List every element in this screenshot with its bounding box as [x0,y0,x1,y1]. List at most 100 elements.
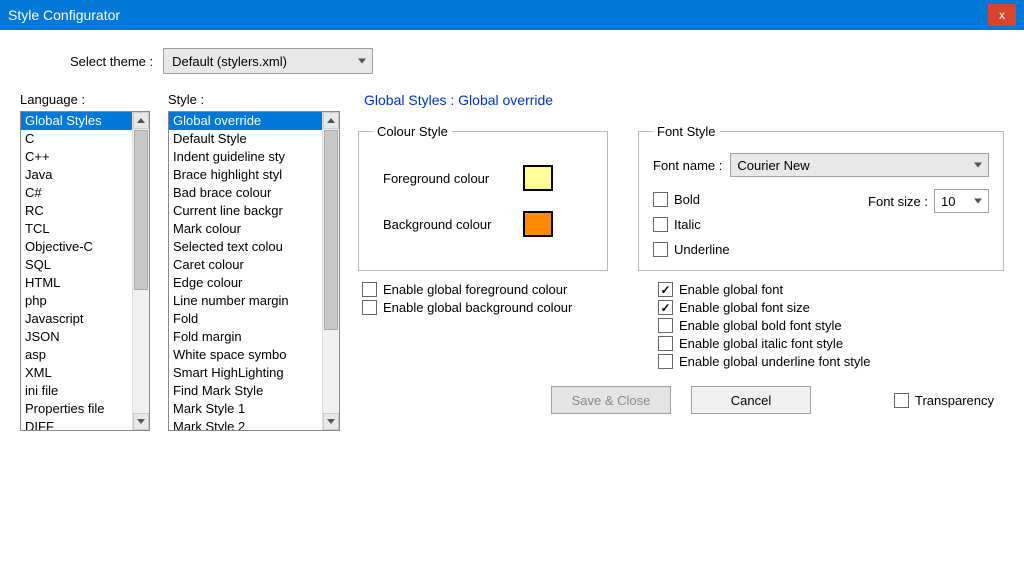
scroll-thumb[interactable] [134,130,148,290]
list-item[interactable]: Global override [169,112,339,130]
list-item[interactable]: DIFF [21,418,149,431]
list-item[interactable]: White space symbo [169,346,339,364]
list-item[interactable]: Smart HighLighting [169,364,339,382]
checkbox-icon [653,242,668,257]
arrow-up-icon [137,118,145,123]
font-size-label: Font size : [868,194,928,209]
global-colour-checks: Enable global foreground colour Enable g… [358,279,618,372]
list-item[interactable]: Global Styles [21,112,149,130]
close-button[interactable]: x [988,4,1016,26]
main-area: Language : Global StylesCC++JavaC#RCTCLO… [20,92,1004,431]
checkbox-icon [658,336,673,351]
colour-style-group: Colour Style Foreground colour Backgroun… [358,124,608,271]
list-item[interactable]: TCL [21,220,149,238]
font-name-select[interactable]: Courier New [730,153,989,177]
right-panel: Global Styles : Global override Colour S… [358,92,1004,431]
list-item[interactable]: Javascript [21,310,149,328]
enable-global-italic-checkbox[interactable]: Enable global italic font style [658,336,1004,351]
list-item[interactable]: Current line backgr [169,202,339,220]
list-item[interactable]: Mark colour [169,220,339,238]
enable-global-bg-label: Enable global background colour [383,300,572,315]
list-item[interactable]: Fold [169,310,339,328]
list-item[interactable]: Caret colour [169,256,339,274]
scroll-up-button[interactable] [133,112,149,129]
list-item[interactable]: Mark Style 2 [169,418,339,431]
checkbox-icon [653,217,668,232]
checkbox-checked-icon [658,282,673,297]
bold-checkbox[interactable]: Bold [653,192,730,207]
enable-global-font-size-checkbox[interactable]: Enable global font size [658,300,1004,315]
arrow-up-icon [327,118,335,123]
list-item[interactable]: Brace highlight styl [169,166,339,184]
list-item[interactable]: Fold margin [169,328,339,346]
save-close-button[interactable]: Save & Close [551,386,671,414]
style-heading: Global Styles : Global override [364,92,1004,108]
groups-row: Colour Style Foreground colour Backgroun… [358,124,1004,271]
list-item[interactable]: Java [21,166,149,184]
window-title: Style Configurator [8,7,988,23]
arrow-down-icon [137,419,145,424]
list-item[interactable]: Find Mark Style [169,382,339,400]
list-item[interactable]: ini file [21,382,149,400]
transparency-label: Transparency [915,393,994,408]
list-item[interactable]: Mark Style 1 [169,400,339,418]
arrow-down-icon [327,419,335,424]
cancel-button[interactable]: Cancel [691,386,811,414]
scroll-thumb[interactable] [324,130,338,330]
theme-label: Select theme : [70,54,153,69]
font-size-value: 10 [941,194,955,209]
style-listbox[interactable]: Global overrideDefault StyleIndent guide… [168,111,340,431]
titlebar: Style Configurator x [0,0,1024,30]
list-item[interactable]: asp [21,346,149,364]
enable-global-bold-checkbox[interactable]: Enable global bold font style [658,318,1004,333]
font-name-row: Font name : Courier New [653,153,989,177]
list-item[interactable]: SQL [21,256,149,274]
italic-checkbox[interactable]: Italic [653,217,730,232]
transparency-checkbox[interactable]: Transparency [894,393,994,408]
scroll-down-button[interactable] [323,413,339,430]
foreground-colour-label: Foreground colour [383,171,523,186]
enable-global-font-size-label: Enable global font size [679,300,810,315]
list-item[interactable]: C [21,130,149,148]
foreground-colour-swatch[interactable] [523,165,553,191]
scroll-up-button[interactable] [323,112,339,129]
list-item[interactable]: C# [21,184,149,202]
list-item[interactable]: Line number margin [169,292,339,310]
list-item[interactable]: JSON [21,328,149,346]
language-scrollbar[interactable] [132,112,149,430]
list-item[interactable]: HTML [21,274,149,292]
enable-global-bg-checkbox[interactable]: Enable global background colour [362,300,618,315]
list-item[interactable]: Edge colour [169,274,339,292]
underline-checkbox[interactable]: Underline [653,242,730,257]
list-item[interactable]: Indent guideline sty [169,148,339,166]
list-item[interactable]: Objective-C [21,238,149,256]
font-size-select[interactable]: 10 [934,189,989,213]
checkbox-icon [658,318,673,333]
list-item[interactable]: Selected text colou [169,238,339,256]
font-checks-col: Bold Italic Underline [653,189,730,260]
font-size-row: Font size : 10 [868,189,989,213]
underline-label: Underline [674,242,730,257]
enable-global-underline-checkbox[interactable]: Enable global underline font style [658,354,1004,369]
style-column: Style : Global overrideDefault StyleInde… [168,92,340,431]
scroll-down-button[interactable] [133,413,149,430]
style-scrollbar[interactable] [322,112,339,430]
chevron-down-icon [974,163,982,168]
list-item[interactable]: Default Style [169,130,339,148]
list-item[interactable]: RC [21,202,149,220]
theme-select[interactable]: Default (stylers.xml) [163,48,373,74]
language-label: Language : [20,92,150,107]
enable-global-fg-checkbox[interactable]: Enable global foreground colour [362,282,618,297]
list-item[interactable]: XML [21,364,149,382]
enable-global-font-checkbox[interactable]: Enable global font [658,282,1004,297]
foreground-colour-row: Foreground colour [383,165,593,191]
language-listbox[interactable]: Global StylesCC++JavaC#RCTCLObjective-CS… [20,111,150,431]
font-style-legend: Font Style [653,124,720,139]
list-item[interactable]: php [21,292,149,310]
global-enable-row: Enable global foreground colour Enable g… [358,279,1004,372]
checkbox-icon [658,354,673,369]
list-item[interactable]: Properties file [21,400,149,418]
background-colour-swatch[interactable] [523,211,553,237]
list-item[interactable]: Bad brace colour [169,184,339,202]
list-item[interactable]: C++ [21,148,149,166]
